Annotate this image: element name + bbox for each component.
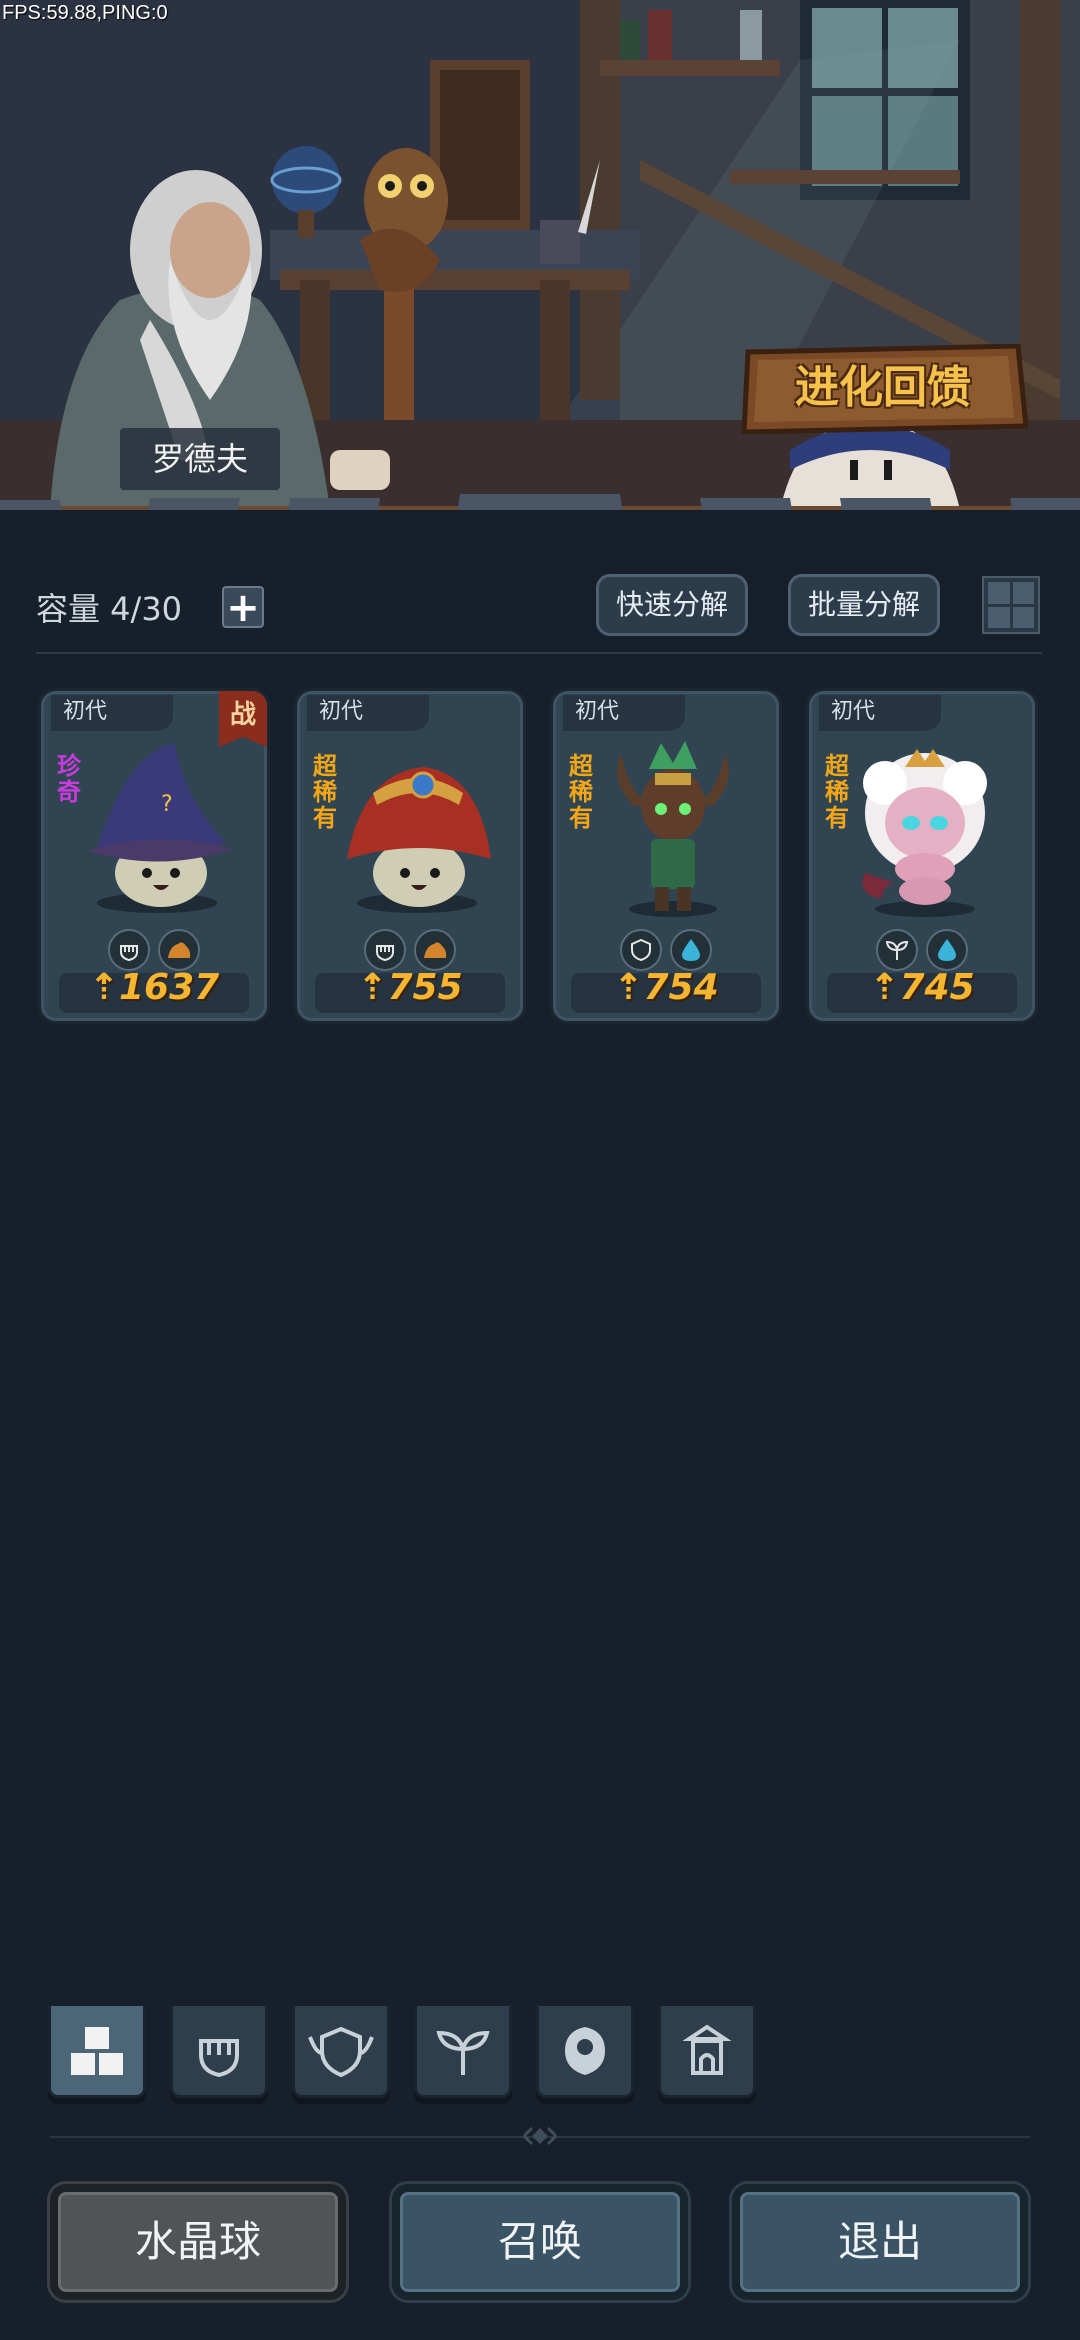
fps-counter: FPS:59.88,PING:0 bbox=[2, 2, 168, 24]
npc-name-label: 罗德夫 bbox=[120, 428, 280, 490]
filter-tab-tower[interactable] bbox=[658, 2006, 756, 2098]
pink-caterpillar-icon bbox=[862, 749, 987, 917]
wizard-study-scene: 罗德夫 进化回馈 bbox=[0, 0, 1080, 510]
power-value: ⇡745 bbox=[809, 967, 1035, 1008]
grid-view-button[interactable] bbox=[982, 576, 1040, 634]
all-icon bbox=[71, 2026, 123, 2075]
filter-tab-sprout[interactable] bbox=[414, 2006, 512, 2098]
grid-cell bbox=[1012, 582, 1034, 604]
filter-tab-bar bbox=[0, 2006, 1080, 2106]
svg-text:?: ? bbox=[161, 792, 173, 817]
power-value: ⇡1637 bbox=[41, 967, 267, 1008]
water-icon bbox=[926, 929, 968, 971]
sprout-icon bbox=[876, 929, 918, 971]
generation-label: 初代 bbox=[563, 695, 685, 731]
water-icon bbox=[670, 929, 712, 971]
power-arrow-icon: ⇡ bbox=[613, 967, 644, 1008]
fist-icon bbox=[364, 929, 406, 971]
spirit-icon bbox=[565, 2026, 605, 2075]
grid-cell bbox=[988, 582, 1010, 604]
power-number: 755 bbox=[387, 967, 463, 1008]
power-value: ⇡754 bbox=[553, 967, 779, 1008]
element-icons bbox=[809, 929, 1035, 971]
generation-label: 初代 bbox=[819, 695, 941, 731]
batch-decompose-button[interactable]: 批量分解 bbox=[788, 574, 940, 636]
evolution-reward-button[interactable]: 进化回馈 bbox=[738, 344, 1028, 434]
fist-icon bbox=[108, 929, 150, 971]
shield-icon bbox=[308, 2026, 374, 2077]
creature-card[interactable]: 初代 战 珍奇 ? ⇡1637 bbox=[38, 688, 270, 1024]
element-icons bbox=[41, 929, 267, 971]
summon-button[interactable]: 召唤 bbox=[392, 2184, 688, 2300]
generation-label: 初代 bbox=[307, 695, 429, 731]
filter-tab-fist[interactable] bbox=[170, 2006, 268, 2098]
filter-tab-all[interactable] bbox=[48, 2006, 146, 2098]
quick-decompose-button[interactable]: 快速分解 bbox=[596, 574, 748, 636]
power-arrow-icon: ⇡ bbox=[357, 967, 388, 1008]
tower-icon bbox=[682, 2024, 732, 2075]
earth-icon bbox=[414, 929, 456, 971]
filter-tab-shield[interactable] bbox=[292, 2006, 390, 2098]
crystal-ball-button[interactable]: 水晶球 bbox=[50, 2184, 346, 2300]
creature-card[interactable]: 初代 超稀有 ⇡754 bbox=[550, 688, 782, 1024]
element-icons bbox=[553, 929, 779, 971]
divider-ornament-icon bbox=[522, 2126, 558, 2146]
tree-knight-icon bbox=[617, 741, 729, 917]
shield-icon bbox=[620, 929, 662, 971]
purple-wizard-mushroom-icon: ? bbox=[87, 743, 233, 913]
red-helmet-mushroom-icon bbox=[347, 767, 491, 913]
toolbar-divider bbox=[36, 652, 1042, 654]
filter-tab-spirit[interactable] bbox=[536, 2006, 634, 2098]
expand-capacity-button[interactable]: + bbox=[222, 586, 264, 628]
grid-cell bbox=[1012, 606, 1034, 628]
power-value: ⇡755 bbox=[297, 967, 523, 1008]
earth-icon bbox=[158, 929, 200, 971]
creature-card[interactable]: 初代 超稀有 ⇡755 bbox=[294, 688, 526, 1024]
evolution-reward-label: 进化回馈 bbox=[795, 362, 971, 413]
fist-icon bbox=[199, 2038, 239, 2077]
sprout-icon bbox=[436, 2030, 490, 2075]
power-number: 1637 bbox=[118, 967, 220, 1008]
power-number: 754 bbox=[643, 967, 719, 1008]
power-arrow-icon: ⇡ bbox=[869, 967, 900, 1008]
power-arrow-icon: ⇡ bbox=[88, 967, 119, 1008]
grid-cell bbox=[988, 606, 1010, 628]
generation-label: 初代 bbox=[51, 695, 173, 731]
power-number: 745 bbox=[899, 967, 975, 1008]
element-icons bbox=[297, 929, 523, 971]
creature-card[interactable]: 初代 超稀有 ⇡745 bbox=[806, 688, 1038, 1024]
capacity-label: 容量 4/30 bbox=[36, 590, 183, 628]
exit-button[interactable]: 退出 bbox=[732, 2184, 1028, 2300]
